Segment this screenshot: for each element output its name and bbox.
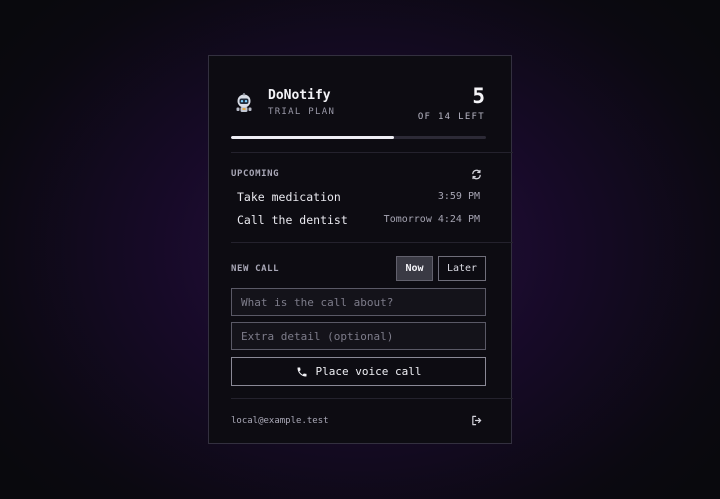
upcoming-label: UPCOMING — [231, 169, 280, 179]
new-call-label: NEW CALL — [231, 264, 280, 274]
place-voice-call-label: Place voice call — [315, 365, 422, 378]
usage-progress-bar — [231, 136, 486, 139]
place-voice-call-button[interactable]: Place voice call — [231, 357, 486, 386]
refresh-icon[interactable] — [469, 167, 483, 181]
divider — [231, 398, 513, 399]
logout-icon[interactable] — [469, 413, 483, 427]
reminder-title: Call the dentist — [237, 213, 348, 227]
robot-logo-icon — [236, 93, 252, 112]
reminder-title: Take medication — [237, 190, 341, 204]
phone-icon — [297, 367, 307, 376]
remaining-label: OF 14 LEFT — [417, 112, 485, 122]
notify-panel: DoNotify TRIAL PLAN 5 OF 14 LEFT UPCOMIN… — [208, 55, 513, 444]
remaining-count: 5 — [472, 84, 485, 108]
panel-header: DoNotify TRIAL PLAN 5 OF 14 LEFT — [209, 56, 511, 152]
list-item[interactable]: Take medication 3:59 PM — [231, 186, 486, 209]
now-toggle-button[interactable]: Now — [396, 256, 433, 281]
later-toggle-button[interactable]: Later — [438, 256, 486, 281]
divider — [231, 152, 513, 153]
plan-label: TRIAL PLAN — [268, 107, 336, 117]
list-item[interactable]: Call the dentist Tomorrow 4:24 PM — [231, 209, 486, 232]
upcoming-list: Take medication 3:59 PM Call the dentist… — [231, 186, 486, 232]
reminder-time: 3:59 PM — [437, 191, 480, 202]
account-email: local@example.test — [231, 416, 329, 426]
call-detail-input[interactable] — [231, 322, 486, 350]
usage-progress-fill — [231, 136, 395, 139]
call-topic-input[interactable] — [231, 288, 486, 316]
divider — [231, 242, 513, 243]
reminder-time: Tomorrow 4:24 PM — [383, 214, 480, 225]
app-name: DoNotify — [268, 88, 331, 103]
